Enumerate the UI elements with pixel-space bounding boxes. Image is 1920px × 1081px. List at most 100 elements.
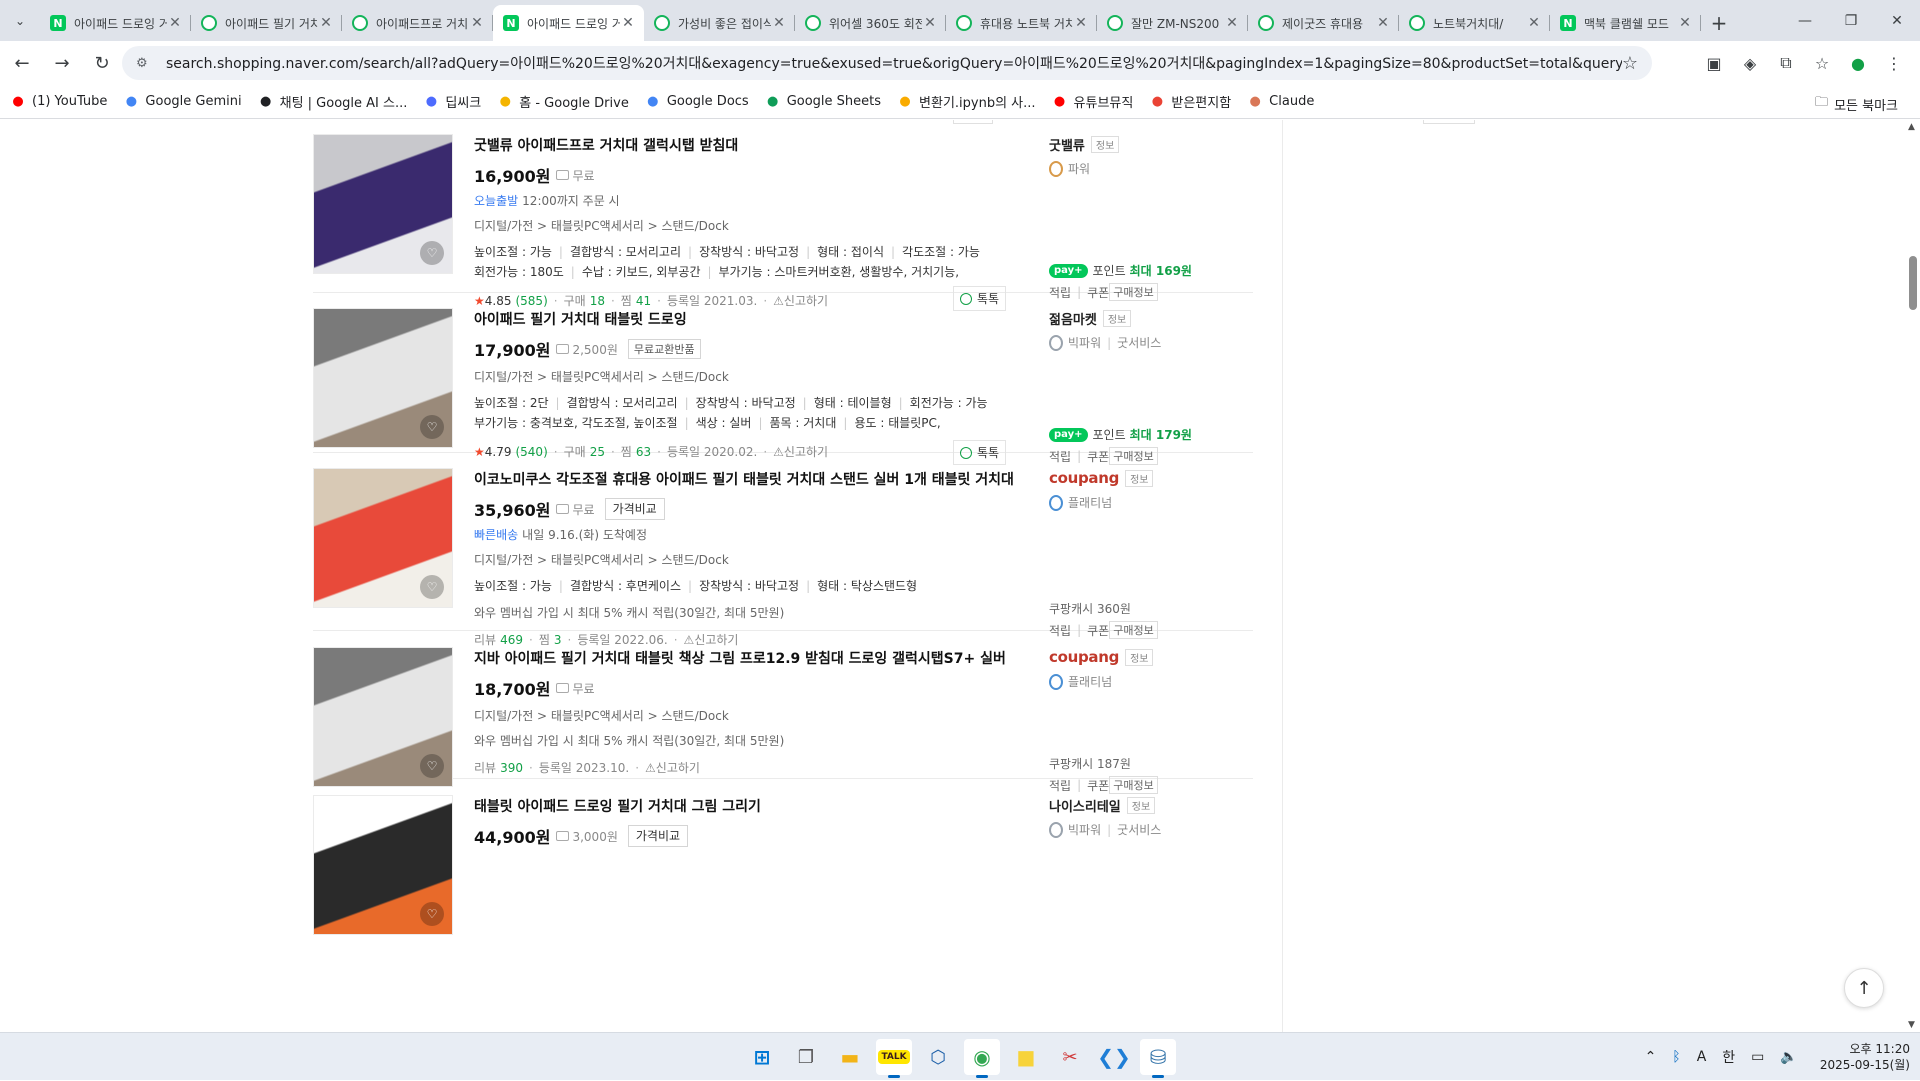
snipping-tool-icon[interactable]: ✂ <box>1052 1039 1088 1075</box>
back-button[interactable]: ← <box>4 45 40 81</box>
menu-dots-icon[interactable]: ⋮ <box>1878 47 1910 79</box>
ime-mode-indicator[interactable]: A <box>1697 1049 1707 1065</box>
seller-name-text[interactable]: 나이스리테일 <box>1049 796 1121 815</box>
bookmark-4[interactable]: ● 홈 - Google Drive <box>497 92 629 111</box>
review-count[interactable]: 390 <box>500 761 523 775</box>
seller-link-2[interactable]: 구매정보 <box>1109 283 1158 301</box>
seller-info-tag[interactable]: 정보 <box>1126 796 1156 814</box>
seller-link-1[interactable]: 쿠폰 <box>1087 777 1109 794</box>
start-icon[interactable]: ⊞ <box>744 1039 780 1075</box>
tab-10[interactable]: N 맥북 클램쉘 모드 ✕ <box>1550 5 1701 41</box>
clock[interactable]: 오후 11:20 2025-09-15(월) <box>1820 1041 1910 1073</box>
seller-name[interactable]: 굿밸류 정보 <box>1049 134 1249 154</box>
review-count[interactable]: (540) <box>515 445 547 459</box>
seller-name[interactable]: coupang 정보 <box>1049 647 1249 667</box>
bookmark-star-icon[interactable]: ☆ <box>1622 53 1638 74</box>
wishlist-heart-icon[interactable]: ♡ <box>420 902 444 926</box>
tab-7[interactable]: 잘만 ZM-NS200 ✕ <box>1097 5 1248 41</box>
tab-close-icon[interactable]: ✕ <box>167 15 183 31</box>
bookmark-7[interactable]: ● 변환기.ipynb의 사... <box>897 92 1035 111</box>
tab-close-icon[interactable]: ✕ <box>620 15 636 31</box>
scrollbar-thumb[interactable] <box>1909 256 1917 310</box>
scroll-up-arrow-icon[interactable]: ▲ <box>1908 122 1915 132</box>
tab-8[interactable]: 제이굿즈 휴대용 ✕ <box>1248 5 1399 41</box>
tab-close-icon[interactable]: ✕ <box>1224 15 1240 31</box>
seller-name-text[interactable]: coupang <box>1049 648 1119 666</box>
screen-cast-icon[interactable]: ▣ <box>1698 47 1730 79</box>
site-info-icon[interactable]: ⚙ <box>136 56 152 71</box>
tab-2[interactable]: 아이패드프로 거치대 ✕ <box>342 5 493 41</box>
extension-icon[interactable]: ◈ <box>1734 47 1766 79</box>
volume-icon[interactable]: 🔈 <box>1780 1049 1797 1065</box>
tab-close-icon[interactable]: ✕ <box>1526 15 1542 31</box>
maximize-button[interactable]: ❐ <box>1828 0 1874 41</box>
bookmark-9[interactable]: ● 받은편지함 <box>1149 92 1231 111</box>
bluetooth-icon[interactable]: ᛒ <box>1672 1049 1680 1065</box>
seller-info-tag[interactable]: 정보 <box>1125 469 1154 487</box>
bookmark-5[interactable]: ● Google Docs <box>645 94 749 110</box>
report-link[interactable]: 신고하기 <box>694 631 738 648</box>
product-title-link[interactable]: 태블릿 아이패드 드로잉 필기 거치대 그림 그리기 <box>474 797 1024 817</box>
category-path[interactable]: 디지털/가전 > 태블릿PC액세서리 > 스탠드/Dock <box>474 707 1024 724</box>
seller-link-0[interactable]: 적립 <box>1049 777 1071 794</box>
product-thumbnail[interactable]: ♡ <box>313 308 453 448</box>
tab-5[interactable]: 위어셀 360도 회전 ✕ <box>795 5 946 41</box>
tab-close-icon[interactable]: ✕ <box>1375 15 1391 31</box>
seller-link-0[interactable]: 적립 <box>1049 448 1071 465</box>
forward-button[interactable]: → <box>44 45 80 81</box>
seller-name-text[interactable]: 젊음마켓 <box>1049 309 1097 328</box>
review-count[interactable]: 469 <box>500 633 523 647</box>
category-path[interactable]: 디지털/가전 > 태블릿PC액세서리 > 스탠드/Dock <box>474 551 1024 568</box>
address-bar[interactable]: ⚙ search.shopping.naver.com/search/all?a… <box>122 46 1652 80</box>
price-compare-button[interactable]: 가격비교 <box>627 825 689 847</box>
category-path[interactable]: 디지털/가전 > 태블릿PC액세서리 > 스탠드/Dock <box>474 217 1024 234</box>
product-thumbnail[interactable]: ♡ <box>313 134 453 274</box>
all-bookmarks[interactable]: 🗀 모든 북마크 <box>1815 93 1898 115</box>
file-explorer-icon[interactable]: ▬ <box>832 1039 868 1075</box>
report-link[interactable]: 신고하기 <box>784 443 828 460</box>
tab-4[interactable]: 가성비 좋은 접이식 ✕ <box>644 5 795 41</box>
chrome-icon[interactable]: ◉ <box>964 1039 1000 1078</box>
tab-close-icon[interactable]: ✕ <box>1073 15 1089 31</box>
bookmark-1[interactable]: ● Google Gemini <box>123 94 242 110</box>
scroll-to-top-button[interactable]: ↑ <box>1844 968 1884 1008</box>
price-compare-button[interactable]: 가격비교 <box>604 498 665 520</box>
seller-info-tag[interactable]: 정보 <box>1102 309 1132 327</box>
bookmark-10[interactable]: ● Claude <box>1247 94 1315 110</box>
bookmark-0[interactable]: ● (1) YouTube <box>10 94 107 110</box>
seller-name[interactable]: 젊음마켓 정보 <box>1049 308 1249 328</box>
seller-info-tag[interactable]: 정보 <box>1090 135 1120 153</box>
bookmark-2[interactable]: ● 채팅 | Google AI 스... <box>258 92 407 111</box>
report-link[interactable]: 신고하기 <box>784 292 828 309</box>
kakaotalk-icon[interactable]: TALK <box>876 1039 912 1078</box>
tab-close-icon[interactable]: ✕ <box>469 15 485 31</box>
seller-name-text[interactable]: 굿밸류 <box>1049 135 1085 154</box>
tab-3[interactable]: N 아이패드 드로잉 거치대✕ <box>493 5 644 41</box>
talktalk-button[interactable]: 톡톡 <box>953 440 1007 465</box>
product-title-link[interactable]: 굿밸류 아이패드프로 거치대 갤럭시탭 받침대 <box>474 136 1024 156</box>
product-thumbnail[interactable]: ♡ <box>313 647 453 787</box>
seller-name[interactable]: 나이스리테일 정보 <box>1049 795 1249 815</box>
wishlist-heart-icon[interactable]: ♡ <box>420 415 444 439</box>
tab-close-icon[interactable]: ✕ <box>318 15 334 31</box>
tab-close-icon[interactable]: ✕ <box>1677 15 1693 31</box>
seller-name[interactable]: coupang 정보 <box>1049 468 1249 488</box>
new-tab-button[interactable]: + <box>1701 5 1737 41</box>
scroll-down-arrow-icon[interactable]: ▼ <box>1908 1020 1915 1030</box>
tab-close-icon[interactable]: ✕ <box>771 15 787 31</box>
seller-link-2[interactable]: 구매정보 <box>1109 776 1158 794</box>
tab-9[interactable]: 노트북거치대/ ✕ <box>1399 5 1550 41</box>
product-thumbnail[interactable]: ♡ <box>313 795 453 935</box>
product-title-link[interactable]: 이코노미쿠스 각도조절 휴대용 아이패드 필기 태블릿 거치대 스탠드 실버 1… <box>474 470 1024 490</box>
vscode-icon[interactable]: ❮❯ <box>1096 1039 1132 1075</box>
bookmark-3[interactable]: ● 딥씨크 <box>423 92 482 111</box>
product-title-link[interactable]: 지바 아이패드 필기 거치대 태블릿 책상 그림 프로12.9 받침대 드로잉 … <box>474 649 1024 669</box>
seller-link-1[interactable]: 쿠폰 <box>1087 448 1109 465</box>
seller-info-tag[interactable]: 정보 <box>1125 648 1154 666</box>
close-window-button[interactable]: ✕ <box>1874 0 1920 41</box>
seller-link-0[interactable]: 적립 <box>1049 284 1071 301</box>
task-view-icon[interactable]: ❐ <box>788 1039 824 1075</box>
tab-1[interactable]: 아이패드 필기 거치대✕ <box>191 5 342 41</box>
app-cube-icon[interactable]: ⬡ <box>920 1039 956 1075</box>
report-link[interactable]: 신고하기 <box>656 759 700 776</box>
